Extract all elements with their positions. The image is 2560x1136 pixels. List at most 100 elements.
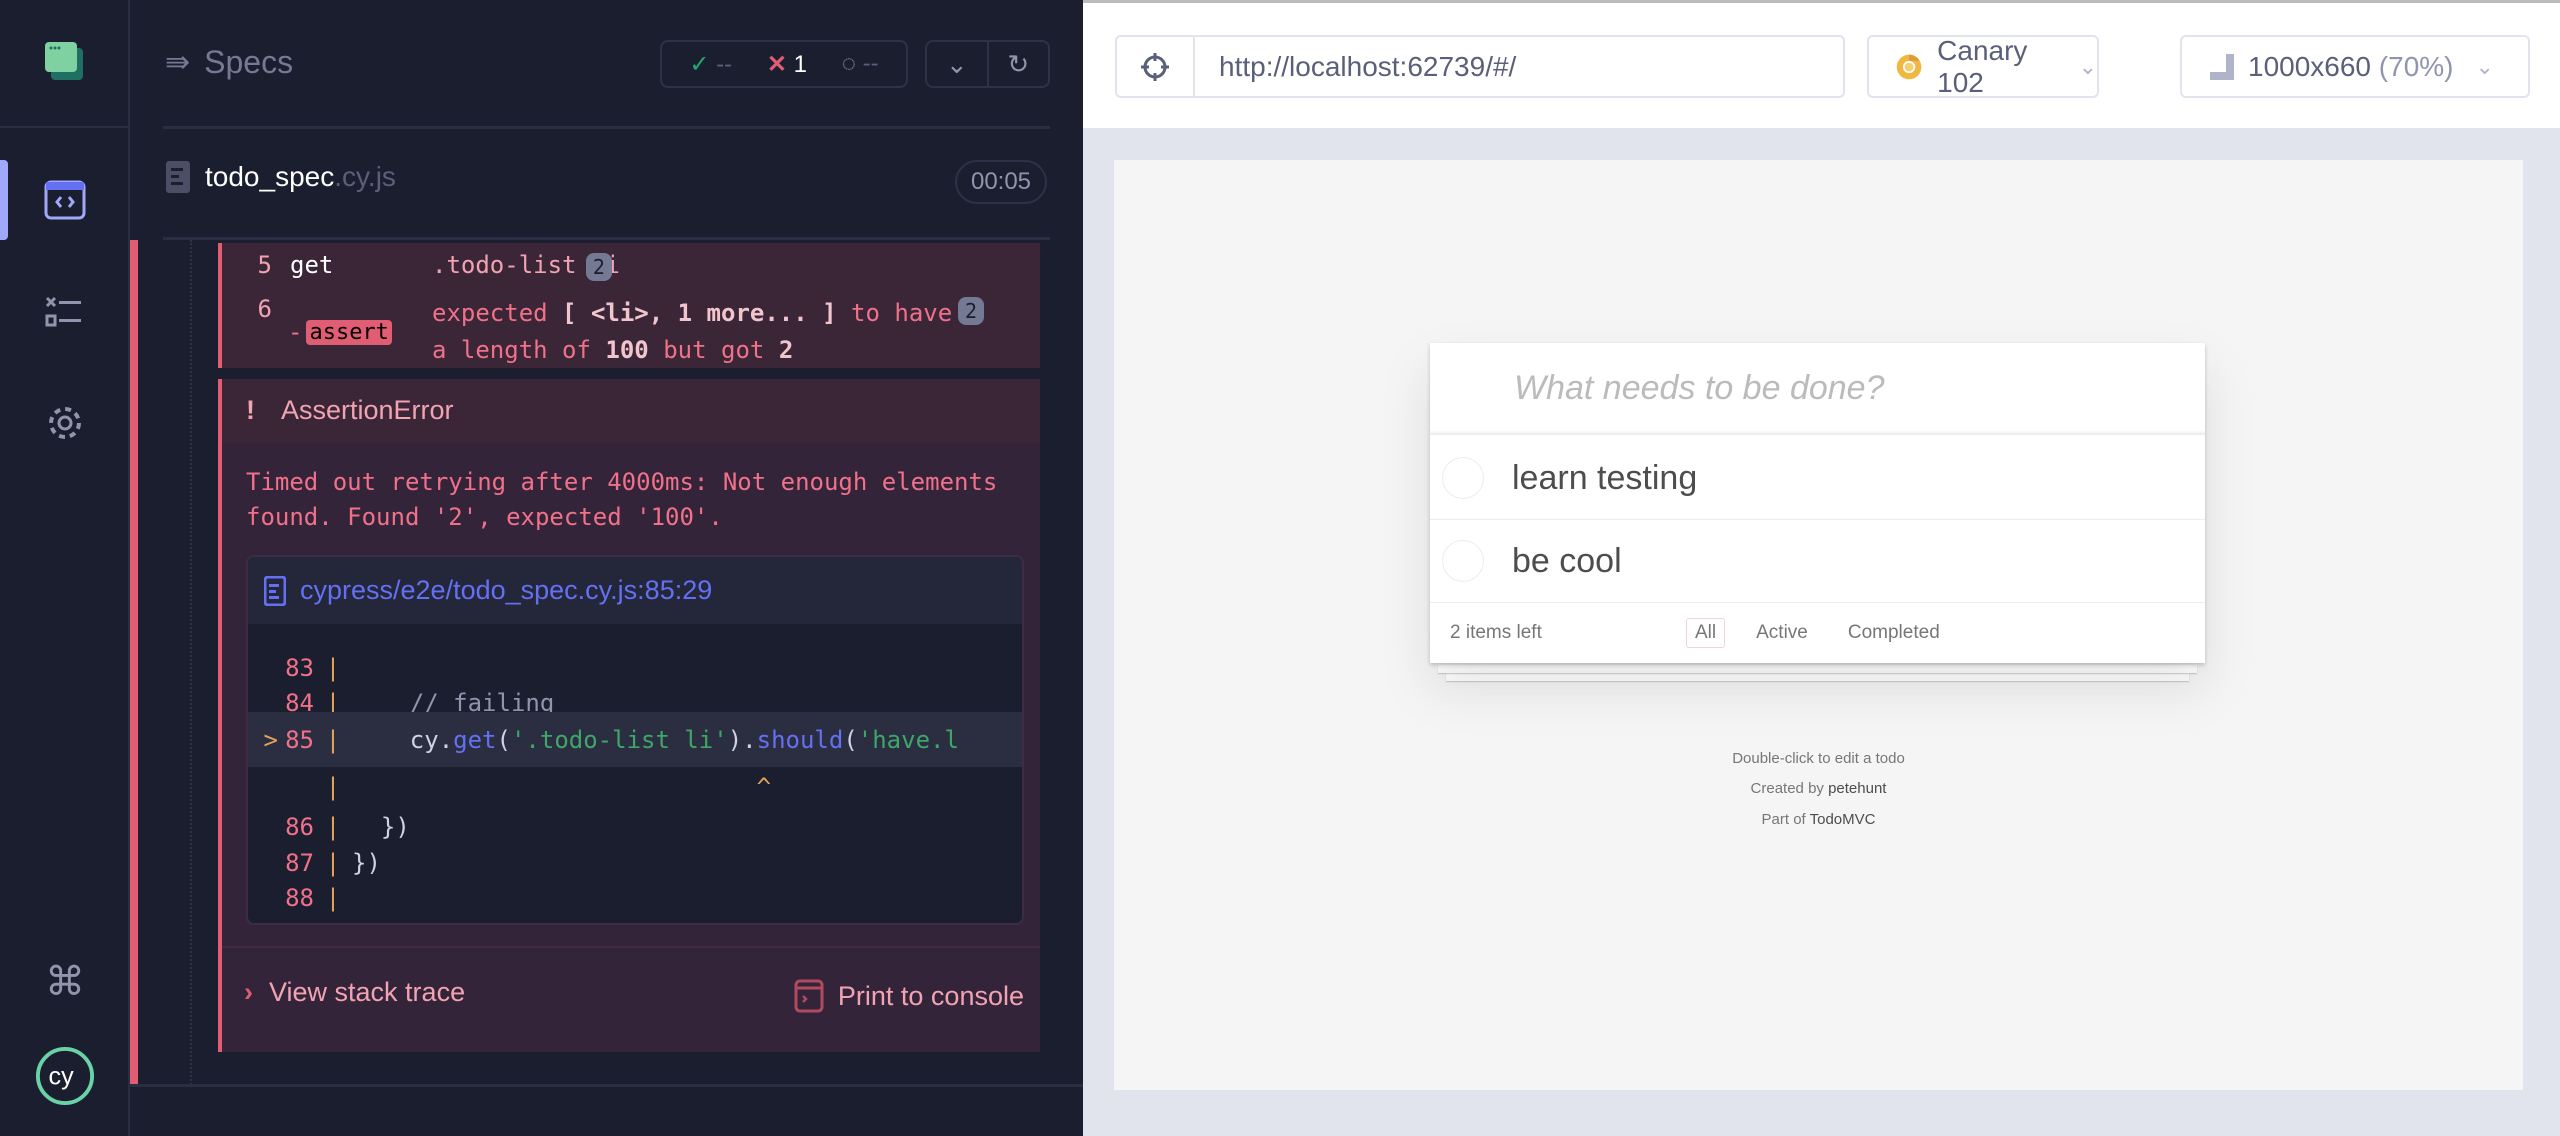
- specs-header[interactable]: ⇛ Specs: [165, 44, 293, 81]
- failed-test-indicator: [130, 240, 138, 1085]
- aut-panel: http://localhost:62739/#/ Canary 102 ⌄ 1…: [1083, 0, 2560, 1136]
- new-todo-input[interactable]: What needs to be done?: [1430, 343, 2205, 435]
- reporter-panel: ⇛ Specs ✓ -- ✕ 1 ◌ -- ⌄ ↻ todo_spec.cy.j…: [130, 0, 1083, 1136]
- filter-active[interactable]: Active: [1747, 618, 1817, 648]
- failed-count: 1: [793, 50, 807, 78]
- todo-item[interactable]: be cool: [1430, 520, 2205, 603]
- passed-icon: ✓: [689, 50, 710, 78]
- url-text[interactable]: http://localhost:62739/#/: [1195, 51, 1516, 83]
- todomvc-link[interactable]: TodoMVC: [1810, 811, 1876, 828]
- code-line: 86 | }): [285, 812, 410, 841]
- specs-title: Specs: [204, 44, 294, 80]
- sidebar: ⌘ cy: [0, 0, 130, 1136]
- error-panel: ! AssertionError Timed out retrying afte…: [218, 379, 1040, 1052]
- card-stack-shadow: [1438, 665, 2197, 673]
- items-left-count: 2 items left: [1450, 622, 1542, 643]
- command-row[interactable]: 6 - assert expected [ <li>, 1 more... ] …: [222, 295, 992, 369]
- command-name: get: [290, 251, 334, 279]
- chevron-down-icon: ⌄: [2078, 53, 2097, 79]
- filters: All Active Completed: [1686, 618, 1949, 648]
- passed-count: --: [716, 50, 733, 78]
- browser-name: Canary 102: [1937, 34, 2028, 98]
- child-prefix: -: [288, 318, 303, 346]
- header-divider: [163, 126, 1050, 129]
- error-footer-divider: [222, 946, 1040, 948]
- spec-file-row: todo_spec.cy.js: [165, 160, 396, 194]
- view-stack-trace-button[interactable]: › View stack trace: [244, 977, 465, 1008]
- info-created-by: Created by petehunt: [1750, 780, 1887, 797]
- spec-duration: 00:05: [955, 160, 1047, 204]
- document-icon: [264, 575, 286, 606]
- test-stats: ✓ -- ✕ 1 ◌ --: [660, 40, 908, 88]
- viewport-selector[interactable]: 1000x660 (70%) ⌄: [2180, 35, 2530, 98]
- error-header: ! AssertionError: [222, 379, 1040, 442]
- chevron-right-icon: ›: [244, 977, 253, 1007]
- failed-icon: ✕: [766, 50, 787, 78]
- svg-text:cy: cy: [49, 1063, 75, 1091]
- active-indicator: [0, 160, 8, 240]
- element-count-badge: 2: [585, 253, 612, 281]
- app-logo-icon[interactable]: [35, 32, 95, 92]
- cypress-logo-icon[interactable]: cy: [35, 1046, 95, 1106]
- toggle-checkbox[interactable]: [1442, 540, 1484, 582]
- document-icon: [166, 161, 190, 193]
- viewport-size: 1000x660: [2248, 50, 2372, 82]
- code-frame: cypress/e2e/todo_spec.cy.js:85:29 83 | 84…: [246, 555, 1024, 925]
- command-number: 5: [257, 251, 272, 279]
- spec-name: todo_spec: [205, 161, 335, 192]
- spec-code-icon: [44, 180, 86, 220]
- url-bar: http://localhost:62739/#/: [1115, 35, 1845, 98]
- gear-icon: [49, 407, 81, 439]
- card-stack-shadow: [1446, 673, 2189, 681]
- toggle-checkbox[interactable]: [1442, 457, 1484, 499]
- error-title: AssertionError: [281, 395, 454, 425]
- rerun-icon[interactable]: ↻: [989, 42, 1049, 86]
- error-icon: !: [246, 395, 255, 425]
- element-count-badge: 2: [958, 297, 984, 325]
- assert-message: expected [ <li>, 1 more... ] to have a le…: [432, 299, 953, 364]
- indent-guide: [190, 240, 192, 1085]
- sidebar-item-runs[interactable]: [35, 282, 95, 342]
- terminal-icon: [794, 979, 824, 1013]
- chevron-down-icon: ⌄: [2475, 53, 2494, 79]
- spec-ext: .cy.js: [334, 161, 396, 192]
- chevron-down-icon[interactable]: ⌄: [927, 42, 989, 86]
- code-line-highlighted: >85 | cy. get('.todo-list li'). should('hav…: [248, 712, 1022, 767]
- view-stack-trace-label: View stack trace: [269, 977, 466, 1007]
- browser-toolbar: http://localhost:62739/#/ Canary 102 ⌄ 1…: [1083, 0, 2560, 128]
- sidebar-divider: [0, 126, 130, 128]
- crosshair-icon: [1141, 52, 1169, 81]
- todo-item[interactable]: learn testing: [1430, 437, 2205, 520]
- viewport-zoom: (70%): [2378, 50, 2454, 82]
- filter-all[interactable]: All: [1686, 618, 1726, 648]
- app-under-test: todos What needs to be done? learn testi…: [1114, 160, 2523, 1090]
- error-message: Timed out retrying after 4000ms: Not eno…: [246, 468, 998, 531]
- reporter-bottom-divider: [130, 1084, 1083, 1087]
- sidebar-item-settings[interactable]: [35, 393, 95, 453]
- filter-completed[interactable]: Completed: [1839, 618, 1949, 648]
- list-check-icon: [45, 296, 81, 327]
- command-row[interactable]: 5 get .todo-list li 2: [222, 251, 620, 281]
- code-line: 83 |: [285, 653, 341, 682]
- todo-card: What needs to be done? learn testing be …: [1430, 343, 2205, 663]
- author-link[interactable]: petehunt: [1828, 780, 1886, 797]
- run-controls: ⌄ ↻: [925, 40, 1050, 88]
- assert-badge: assert: [306, 319, 392, 345]
- print-to-console-label: Print to console: [837, 980, 1024, 1011]
- code-line: | ^: [325, 772, 772, 801]
- info-part-of: Part of TodoMVC: [1761, 811, 1876, 828]
- browser-selector[interactable]: Canary 102 ⌄: [1867, 35, 2099, 98]
- command-number: 6: [257, 295, 272, 323]
- ruler-icon: [2210, 53, 2234, 80]
- code-line: 88 |: [285, 883, 341, 912]
- spec-divider: [163, 237, 1050, 240]
- pending-icon: ◌: [841, 50, 856, 77]
- command-key-icon[interactable]: ⌘: [35, 952, 95, 1012]
- file-path: cypress/e2e/todo_spec.cy.js:85:29: [300, 575, 713, 605]
- print-to-console-button[interactable]: Print to console: [794, 979, 1024, 1013]
- selector-playground-button[interactable]: [1117, 37, 1195, 96]
- command-log: 5 get .todo-list li 2 6 - assert expecte…: [218, 243, 1040, 368]
- todo-label: learn testing: [1512, 458, 1698, 497]
- sidebar-item-specs[interactable]: [35, 170, 95, 230]
- code-frame-file-link[interactable]: cypress/e2e/todo_spec.cy.js:85:29: [248, 557, 1022, 624]
